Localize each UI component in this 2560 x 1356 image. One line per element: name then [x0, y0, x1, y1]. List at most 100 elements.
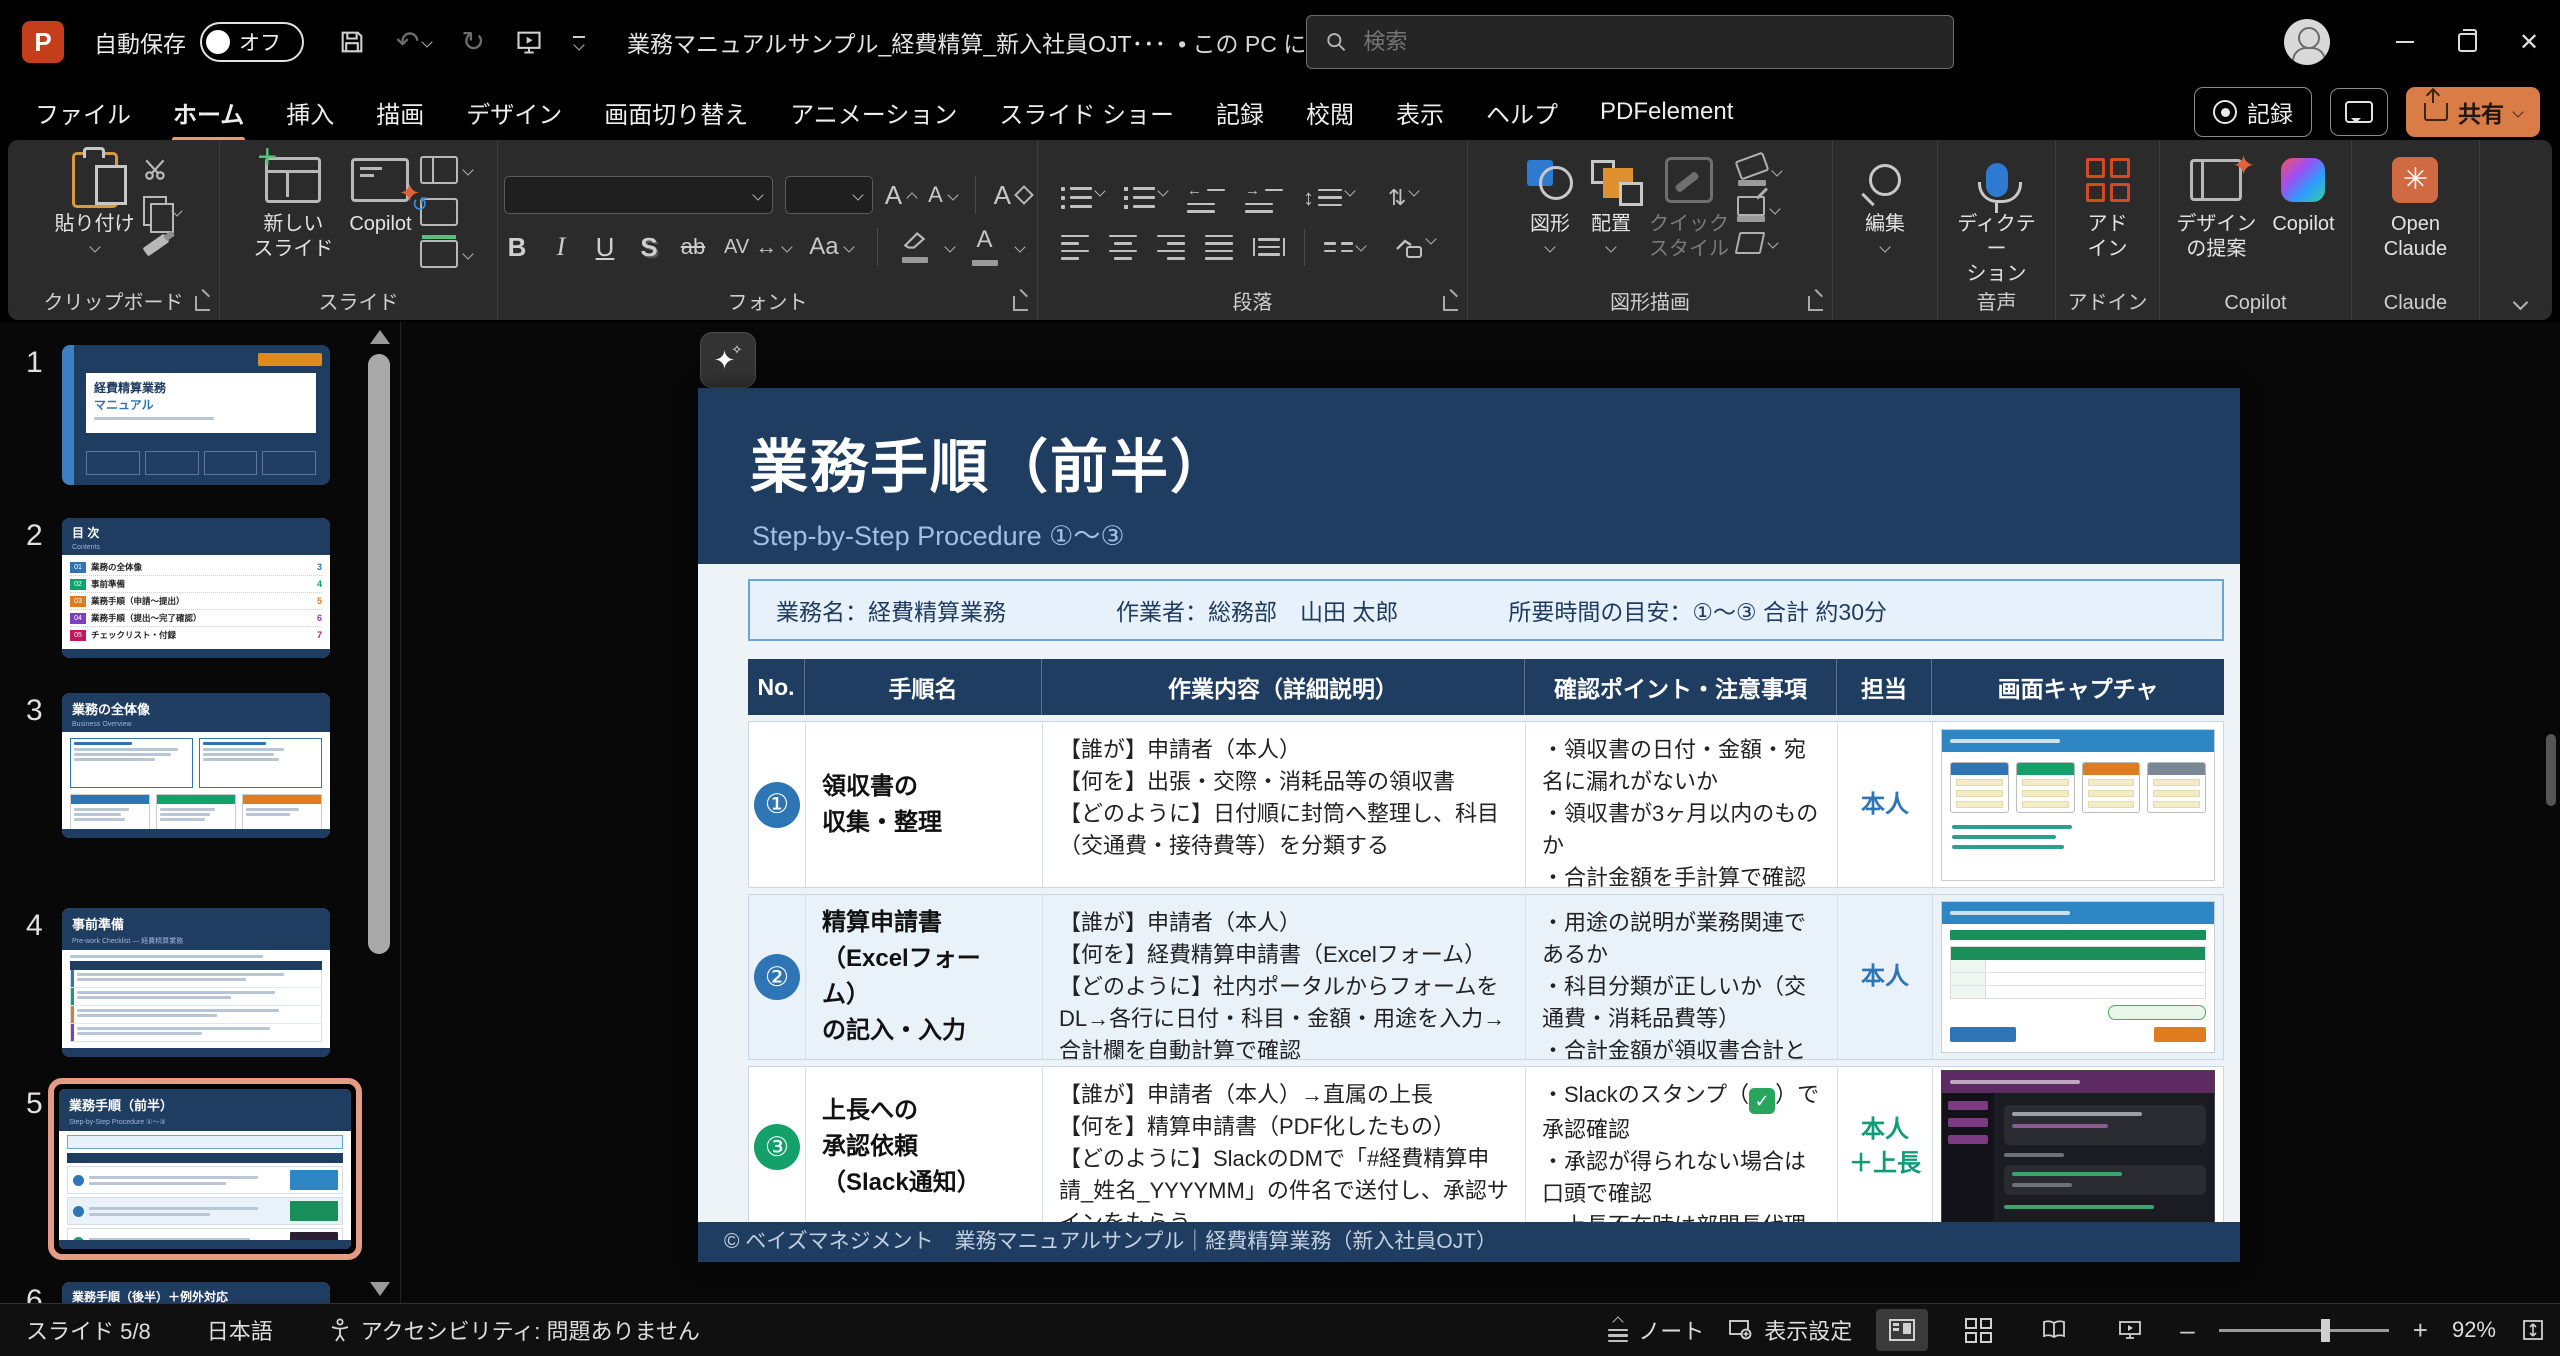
zoom-level[interactable]: 92%: [2452, 1317, 2496, 1343]
share-button[interactable]: 共有: [2406, 87, 2540, 137]
customize-qat-button[interactable]: [573, 36, 585, 49]
display-settings-button[interactable]: 表示設定: [1728, 1314, 1852, 1346]
search-input[interactable]: [1361, 28, 1935, 56]
reset-layout-button[interactable]: ↺: [420, 198, 472, 226]
grow-font-button[interactable]: A: [885, 180, 916, 211]
layout-button[interactable]: [420, 156, 472, 184]
tab-draw[interactable]: 描画: [355, 89, 445, 136]
redo-button[interactable]: ↻: [461, 28, 484, 56]
thumbnail-scrollbar-thumb[interactable]: [368, 354, 390, 954]
clipboard-dialog-launcher[interactable]: [195, 296, 210, 311]
language-indicator[interactable]: 日本語: [207, 1314, 273, 1346]
change-case-button[interactable]: Aa: [809, 233, 852, 261]
thumbnail-2[interactable]: 目 次 Contents 01 業務の全体像 3 02 事前準備 4 03 業務…: [62, 518, 330, 658]
zoom-slider-thumb[interactable]: [2321, 1319, 2330, 1342]
undo-dropdown-icon[interactable]: [422, 36, 433, 47]
character-spacing-button[interactable]: AV↔: [724, 236, 791, 259]
thumbnail-4[interactable]: 事前準備 Pre-work Checklist — 経費精算業務: [62, 908, 330, 1057]
bold-button[interactable]: B: [504, 232, 530, 263]
canvas-scrollbar-thumb[interactable]: [2546, 734, 2556, 806]
comments-button[interactable]: [2330, 88, 2388, 136]
minimize-button[interactable]: [2374, 12, 2436, 72]
font-name-input[interactable]: [515, 183, 754, 208]
tab-file[interactable]: ファイル: [14, 89, 152, 136]
open-claude-button[interactable]: ✳ Open Claude: [2376, 152, 2455, 264]
designer-suggestion-button[interactable]: ✦✧: [700, 332, 756, 388]
italic-button[interactable]: I: [548, 232, 574, 262]
tab-view[interactable]: 表示: [1375, 89, 1465, 136]
addins-button[interactable]: アド イン: [2078, 152, 2138, 264]
slideshow-view-button[interactable]: [2104, 1309, 2156, 1351]
slide-subtitle[interactable]: Step-by-Step Procedure ①～③: [752, 514, 1125, 553]
thumbnail-5[interactable]: 業務手順（前半） Step-by-Step Procedure ①～③: [59, 1089, 351, 1249]
designer-button[interactable]: ✦ デザイン の提案: [2168, 152, 2264, 264]
justify-button[interactable]: [1198, 229, 1240, 266]
tab-animations[interactable]: アニメーション: [769, 89, 978, 136]
thumbnail-5-selection[interactable]: 業務手順（前半） Step-by-Step Procedure ①～③: [48, 1078, 362, 1260]
shape-effects-button[interactable]: [1737, 232, 1781, 254]
tab-pdfelement[interactable]: PDFelement: [1579, 92, 1754, 132]
font-size-combobox[interactable]: [785, 176, 872, 214]
distribute-button[interactable]: [1246, 232, 1292, 262]
notes-button[interactable]: ノート: [1608, 1314, 1704, 1346]
font-size-input[interactable]: [796, 183, 853, 208]
columns-button[interactable]: [1317, 236, 1372, 258]
align-center-button[interactable]: [1102, 229, 1144, 266]
tab-home[interactable]: ホーム: [152, 89, 265, 136]
thumbnail-3[interactable]: 業務の全体像 Business Overview: [62, 693, 330, 838]
align-right-button[interactable]: [1150, 229, 1192, 266]
text-direction-button[interactable]: ⇅: [1381, 181, 1425, 215]
font-name-combobox[interactable]: [504, 176, 773, 214]
convert-smartart-button[interactable]: [1386, 229, 1442, 265]
user-avatar[interactable]: [2284, 19, 2330, 65]
format-painter-button[interactable]: [143, 240, 181, 250]
numbering-button[interactable]: [1117, 181, 1174, 215]
increase-indent-button[interactable]: →: [1238, 177, 1290, 219]
tab-record[interactable]: 記録: [1195, 89, 1285, 136]
shrink-font-button[interactable]: A: [928, 182, 957, 208]
clear-formatting-button[interactable]: A: [994, 180, 1031, 211]
shape-fill-button[interactable]: [1737, 156, 1781, 186]
scroll-down-arrow[interactable]: [370, 1282, 390, 1296]
close-button[interactable]: ✕: [2498, 12, 2560, 72]
align-left-button[interactable]: [1054, 229, 1096, 266]
thumbnail-scrollbar[interactable]: [366, 322, 394, 1304]
slide-indicator[interactable]: スライド 5/8: [26, 1314, 151, 1346]
zoom-out-button[interactable]: –: [2180, 1317, 2194, 1343]
autosave-toggle[interactable]: オフ: [200, 22, 304, 62]
highlight-color-button[interactable]: [902, 231, 928, 263]
shapes-button[interactable]: 図形: [1519, 152, 1581, 253]
slide-title[interactable]: 業務手順（前半）: [750, 420, 1230, 504]
slide-info-bar[interactable]: 業務名：経費精算業務 作業者：総務部 山田 太郎 所要時間の目安：①～③ 合計 …: [748, 579, 2224, 641]
slide-header[interactable]: 業務手順（前半） Step-by-Step Procedure ①～③: [698, 388, 2240, 564]
zoom-slider[interactable]: [2219, 1329, 2389, 1332]
editing-button[interactable]: 編集: [1857, 152, 1913, 253]
paste-button[interactable]: 貼り付け: [47, 152, 143, 253]
copy-button[interactable]: [143, 196, 181, 226]
current-slide[interactable]: 業務手順（前半） Step-by-Step Procedure ①～③ 業務名：…: [698, 388, 2240, 1262]
thumbnail-6[interactable]: 業務手順（後半）＋例外対応 Step-by-Step Procedure ④～⑥…: [62, 1282, 330, 1304]
scroll-up-arrow[interactable]: [370, 330, 390, 344]
search-box[interactable]: [1306, 15, 1954, 69]
collapse-ribbon-button[interactable]: [2513, 295, 2529, 311]
tab-insert[interactable]: 挿入: [265, 89, 355, 136]
record-button[interactable]: 記録: [2194, 87, 2312, 137]
save-button[interactable]: [338, 28, 366, 56]
font-dialog-launcher[interactable]: [1013, 296, 1028, 311]
line-spacing-button[interactable]: ↕: [1296, 181, 1361, 215]
tab-review[interactable]: 校閲: [1285, 89, 1375, 136]
slide-sorter-button[interactable]: [1952, 1309, 2004, 1351]
document-title-area[interactable]: 業務マニュアルサンプル_経費精算_新入社員OJT･･･ • この PC に保存済…: [627, 25, 1421, 59]
undo-button[interactable]: ↶: [396, 28, 431, 56]
normal-view-button[interactable]: [1876, 1309, 1928, 1351]
arrange-button[interactable]: 配置: [1581, 152, 1641, 253]
start-slideshow-button[interactable]: [515, 28, 543, 56]
text-shadow-button[interactable]: S: [636, 232, 662, 263]
tab-design[interactable]: デザイン: [445, 89, 583, 136]
dictation-button[interactable]: ディクテー ション: [1944, 152, 2049, 289]
section-button[interactable]: [420, 240, 472, 268]
underline-button[interactable]: U: [592, 232, 618, 263]
copilot-button[interactable]: Copilot: [2264, 152, 2342, 239]
drawing-dialog-launcher[interactable]: [1808, 296, 1823, 311]
copilot-slide-button[interactable]: ✦ Copilot: [341, 152, 419, 239]
